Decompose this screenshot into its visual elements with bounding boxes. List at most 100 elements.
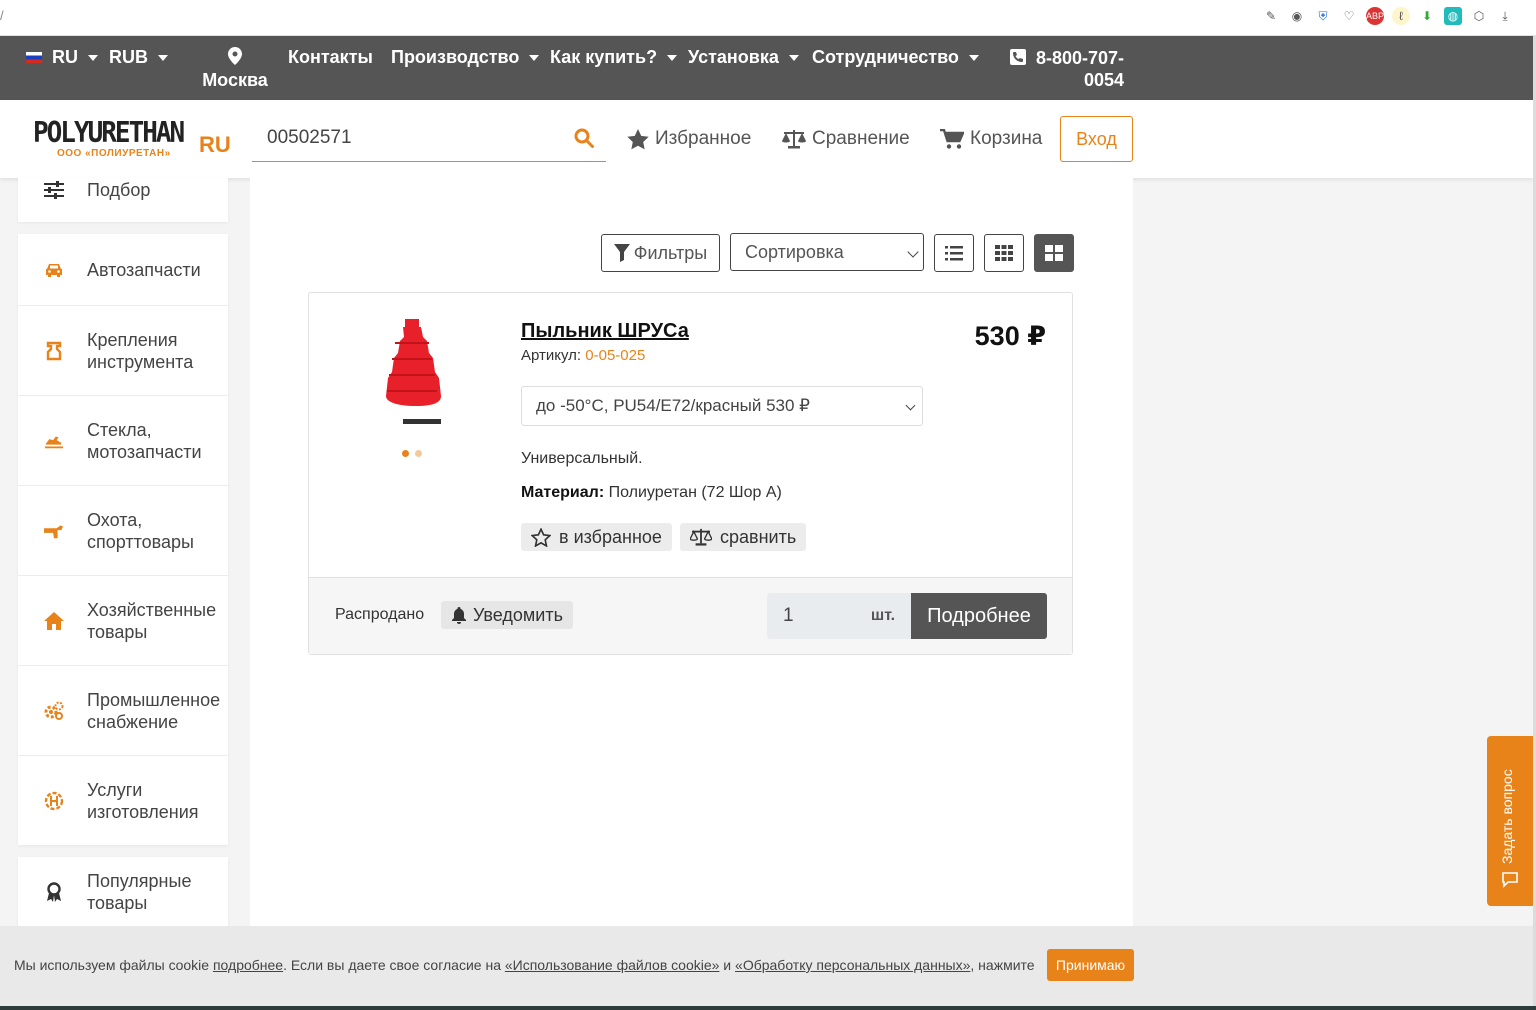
nav-how-to-buy[interactable]: Как купить?: [550, 47, 678, 68]
chevron-down-icon: [88, 54, 98, 61]
sidebar-item-popular[interactable]: Популярные товары: [18, 857, 228, 927]
tool-mount-icon: [46, 341, 62, 360]
quantity-value: 1: [783, 605, 794, 626]
variant-label: до -50°C, PU54/E72/красный 530 ₽: [536, 396, 810, 415]
language-label: RU: [52, 47, 78, 67]
sidebar-item-label: Охота, спорттовары: [87, 509, 194, 552]
product-card: Пыльник ШРУСа Артикул: 0-05-025 530 ₽ до…: [308, 292, 1073, 655]
grid-small-icon: [995, 245, 1013, 261]
taskbar-strip: [0, 1006, 1536, 1010]
downloads-icon[interactable]: ⤓: [1496, 7, 1514, 25]
sidebar-item-label: Промышленное снабжение: [87, 689, 221, 732]
filters-button[interactable]: Фильтры: [601, 234, 720, 272]
view-list-button[interactable]: [934, 234, 974, 272]
manufacturing-icon: [44, 791, 64, 810]
language-selector[interactable]: RU: [26, 47, 98, 68]
view-grid-large-button[interactable]: [1034, 234, 1074, 272]
sidebar-item-selection[interactable]: Подбор: [18, 178, 228, 222]
chevron-down-icon: [905, 400, 916, 411]
sidebar-item-tool-mounts[interactable]: Крепления инструмента: [18, 306, 228, 396]
cookie-policy-link[interactable]: «Использование файлов cookie»: [505, 957, 720, 973]
nav-production[interactable]: Производство: [391, 47, 540, 68]
sidebar-item-label: Автозапчасти: [87, 259, 201, 280]
quantity-unit: шт.: [855, 593, 911, 639]
shield-icon[interactable]: ⛨: [1314, 7, 1332, 25]
favorites-button-label: в избранное: [559, 526, 662, 547]
bell-icon: [452, 606, 466, 624]
cookie-banner: Мы используем файлы cookie подробнее. Ес…: [0, 926, 1536, 1006]
product-price: 530 ₽: [974, 321, 1046, 351]
cookie-text: и: [719, 957, 736, 973]
login-label: Вход: [1076, 128, 1117, 149]
download-arrow-icon[interactable]: ⬇: [1418, 7, 1436, 25]
sidebar-item-hunting-sports[interactable]: Охота, спорттовары: [18, 486, 228, 576]
image-carousel-dots[interactable]: [402, 450, 422, 457]
sidebar-item-autoparts[interactable]: Автозапчасти: [18, 234, 228, 306]
scales-icon: [782, 130, 806, 149]
search-icon[interactable]: [574, 128, 594, 148]
cube-icon[interactable]: ⬡: [1470, 7, 1488, 25]
chevron-down-icon: [907, 246, 919, 258]
cookie-text: , нажмите: [970, 957, 1035, 973]
green-ext-icon[interactable]: ◍: [1444, 7, 1462, 25]
sidebar-item-industrial[interactable]: Промышленное снабжение: [18, 666, 228, 756]
site-logo[interactable]: POLYURETHAN ООО «ПОЛИУРЕТАН» RU: [33, 117, 231, 162]
cart-link[interactable]: Корзина: [940, 128, 1042, 150]
details-button[interactable]: Подробнее: [911, 593, 1047, 639]
accept-cookies-button[interactable]: Принимаю: [1047, 949, 1134, 981]
nav-installation[interactable]: Установка: [688, 47, 799, 68]
add-to-compare-button[interactable]: сравнить: [680, 523, 807, 551]
adblock-icon[interactable]: ABP: [1366, 7, 1384, 25]
product-material: Материал: Полиуретан (72 Шор А): [521, 484, 782, 502]
url-fragment: /: [0, 8, 4, 23]
nav-contacts[interactable]: Контакты: [288, 47, 373, 68]
sidebar-item-glass-motoparts[interactable]: Стекла, мотозапчасти: [18, 396, 228, 486]
cookie-message: Мы используем файлы cookie подробнее. Ес…: [14, 957, 1035, 973]
variant-select[interactable]: до -50°C, PU54/E72/красный 530 ₽: [521, 386, 923, 426]
add-to-favorites-button[interactable]: в избранное: [521, 523, 672, 551]
phone-link[interactable]: 8-800-707-0054: [1010, 47, 1124, 91]
lingualeo-icon[interactable]: ℓ: [1392, 7, 1410, 25]
view-grid-small-button[interactable]: [984, 234, 1024, 272]
city-selector[interactable]: Москва: [202, 47, 268, 91]
sidebar-item-label: Крепления инструмента: [87, 329, 194, 372]
compare-label: Сравнение: [812, 128, 910, 149]
carousel-dot-active[interactable]: [402, 450, 409, 457]
sidebar-item-household[interactable]: Хозяйственные товары: [18, 576, 228, 666]
location-pin-icon: [228, 47, 242, 65]
heart-icon[interactable]: ♡: [1340, 7, 1358, 25]
compare-link[interactable]: Сравнение: [782, 128, 910, 150]
personal-data-link[interactable]: «Обработку персональных данных»: [735, 957, 970, 973]
product-image[interactable]: [369, 319, 455, 435]
product-title[interactable]: Пыльник ШРУСа: [521, 320, 689, 343]
carousel-dot[interactable]: [415, 450, 422, 457]
sidebar-item-manufacturing[interactable]: Услуги изготовления: [18, 756, 228, 845]
chevron-down-icon: [529, 54, 540, 61]
nav-cooperation[interactable]: Сотрудничество: [812, 47, 979, 68]
chat-bubble-icon: [1502, 872, 1518, 888]
compare-button-label: сравнить: [720, 526, 797, 547]
sidebar-selection-card: Подбор: [18, 178, 228, 222]
ask-question-tab[interactable]: Задать вопрос: [1487, 736, 1533, 906]
sort-select[interactable]: Сортировка: [730, 233, 924, 271]
sku-code: 0-05-025: [585, 347, 646, 364]
edit-icon[interactable]: ✎: [1262, 7, 1280, 25]
grid-large-icon: [1045, 245, 1063, 261]
favorites-link[interactable]: Избранное: [627, 128, 751, 150]
award-icon: [47, 882, 61, 902]
car-icon: [46, 263, 62, 277]
cookie-more-link[interactable]: подробнее: [213, 957, 283, 973]
notify-button[interactable]: Уведомить: [441, 601, 573, 629]
sku-label: Артикул:: [521, 347, 582, 364]
login-button[interactable]: Вход: [1060, 116, 1133, 162]
currency-selector[interactable]: RUB: [109, 47, 168, 68]
search-input[interactable]: [252, 116, 562, 160]
home-icon: [44, 611, 64, 630]
quantity-input[interactable]: 1: [767, 593, 855, 639]
material-value: Полиуретан (72 Шор А): [608, 484, 782, 501]
snowmobile-icon: [44, 435, 64, 448]
sidebar-categories: Автозапчасти Крепления инструмента Стекл…: [18, 234, 228, 845]
chevron-down-icon: [968, 54, 979, 61]
nav-contacts-label: Контакты: [288, 47, 373, 67]
camera-icon[interactable]: ◉: [1288, 7, 1306, 25]
